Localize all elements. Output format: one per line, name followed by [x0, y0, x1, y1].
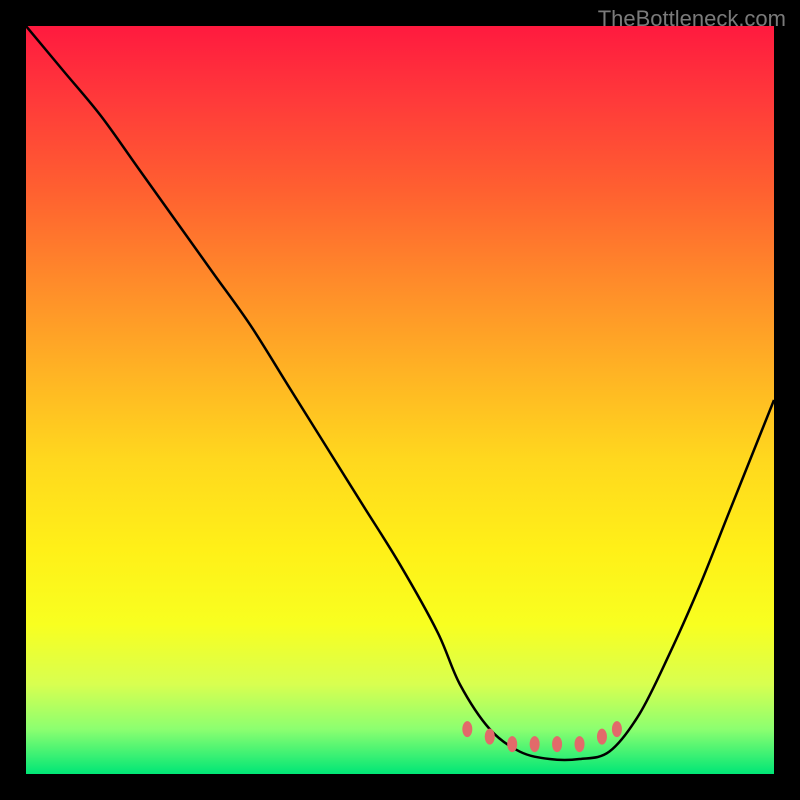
chart-marker: [552, 736, 562, 752]
chart-marker: [485, 729, 495, 745]
bottleneck-curve: [26, 26, 774, 760]
chart-marker: [530, 736, 540, 752]
chart-marker: [462, 721, 472, 737]
chart-marker: [597, 729, 607, 745]
chart-marker: [612, 721, 622, 737]
watermark-text: TheBottleneck.com: [598, 6, 786, 32]
chart-plot-area: [26, 26, 774, 774]
chart-marker: [507, 736, 517, 752]
chart-marker: [575, 736, 585, 752]
chart-curve-group: [26, 26, 774, 760]
chart-svg: [26, 26, 774, 774]
